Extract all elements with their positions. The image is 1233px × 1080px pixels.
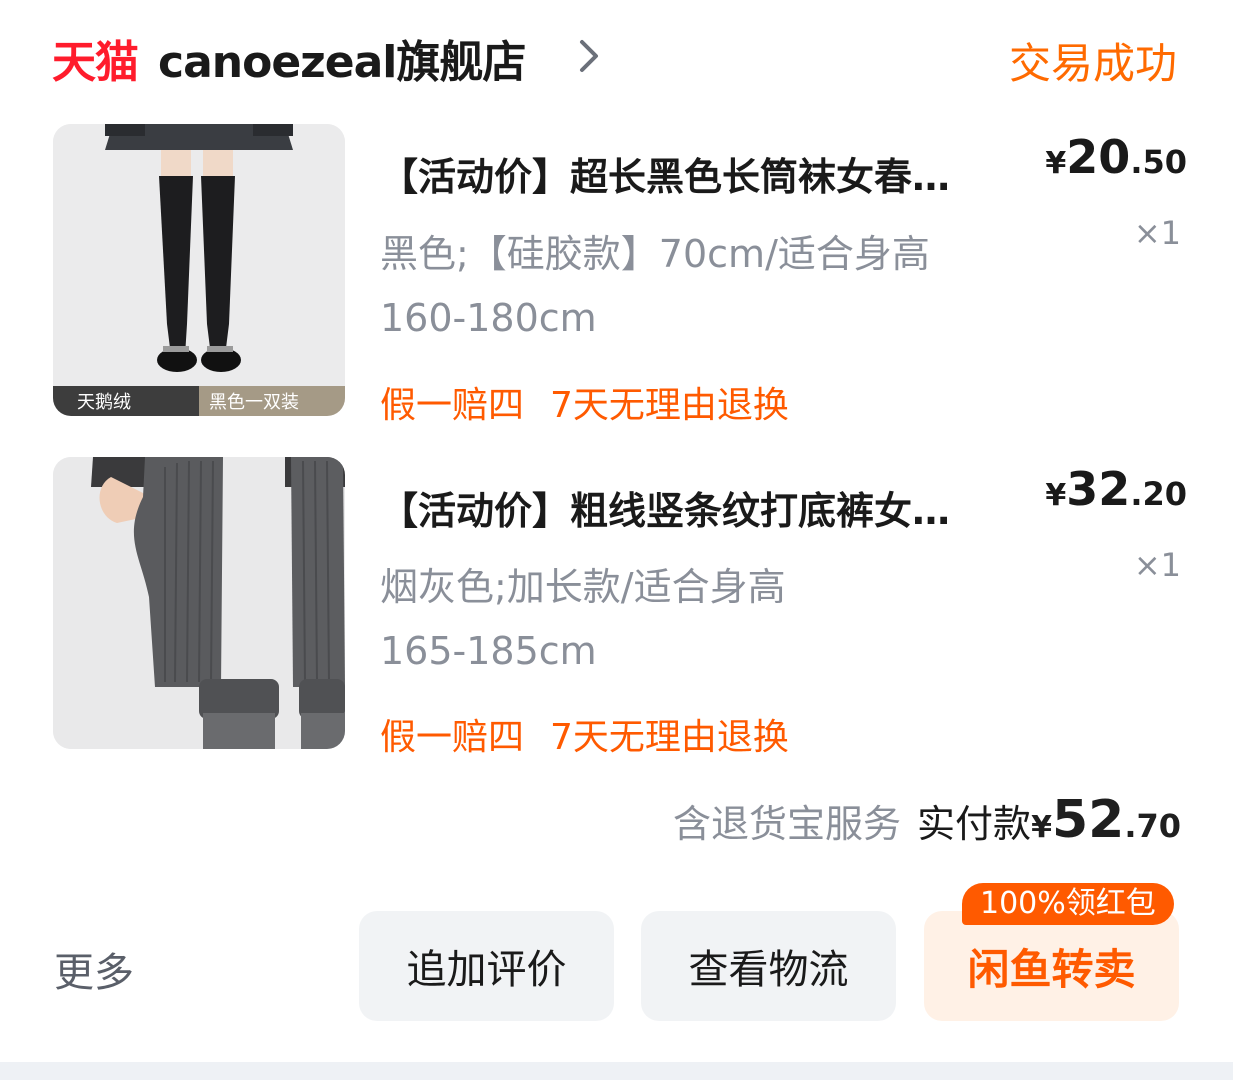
image-caption-right: 黑色一双装 <box>209 392 299 413</box>
price-dec: .50 <box>1130 143 1187 181</box>
total-int: 52 <box>1051 790 1125 850</box>
tag-7day-return: 7天无理由退换 <box>550 385 789 426</box>
product-spec-height: 160-180cm <box>380 296 597 340</box>
price-int: 20 <box>1066 130 1131 184</box>
tmall-logo: 天猫 <box>52 37 139 88</box>
product-spec: 黑色;【硅胶款】70cm/适合身高 <box>380 232 930 276</box>
price-currency: ¥ <box>1045 478 1067 513</box>
resell-xianyu-button[interactable]: 闲鱼转卖 <box>924 911 1179 1021</box>
chevron-right-icon[interactable] <box>574 36 604 76</box>
product-image[interactable] <box>53 457 345 749</box>
order-header: 天猫 canoezeal旗舰店 交易成功 <box>0 0 1233 110</box>
order-status: 交易成功 <box>1008 39 1177 88</box>
tag-fake-compensation: 假一赔四 <box>380 385 525 426</box>
product-price: ¥20.50 <box>1045 130 1187 184</box>
image-caption-left: 天鹅绒 <box>77 392 131 413</box>
price-currency: ¥ <box>1045 146 1067 181</box>
leggings-image <box>53 457 345 749</box>
more-button[interactable]: 更多 <box>54 940 134 998</box>
add-review-button[interactable]: 追加评价 <box>359 911 614 1021</box>
product-spec: 烟灰色;加长款/适合身高 <box>380 565 786 609</box>
stockings-image: 天鹅绒 黑色一双装 <box>53 124 345 416</box>
product-title[interactable]: 【活动价】粗线竖条纹打底裤女… <box>380 480 1040 535</box>
order-total: 含退货宝服务 实付款¥52.70 <box>673 790 1181 850</box>
return-insurance-label: 含退货宝服务 <box>673 802 902 846</box>
price-dec: .20 <box>1130 475 1187 513</box>
price-int: 32 <box>1066 462 1131 516</box>
total-dec: .70 <box>1124 807 1181 845</box>
paid-label: 实付款 <box>917 802 1032 846</box>
service-tags: 假一赔四 7天无理由退换 <box>380 708 815 760</box>
shop-name-link[interactable]: canoezeal旗舰店 <box>158 26 526 90</box>
total-currency: ¥ <box>1031 810 1052 845</box>
product-title[interactable]: 【活动价】超长黑色长筒袜女春… <box>380 146 1040 201</box>
tag-fake-compensation: 假一赔四 <box>380 717 525 758</box>
product-image[interactable]: 天鹅绒 黑色一双装 <box>53 124 345 416</box>
product-quantity: ×1 <box>1133 214 1181 252</box>
red-packet-badge: 100%领红包 <box>962 883 1174 925</box>
service-tags: 假一赔四 7天无理由退换 <box>380 376 815 428</box>
view-logistics-button[interactable]: 查看物流 <box>641 911 896 1021</box>
bottom-divider <box>0 1062 1233 1080</box>
tag-7day-return: 7天无理由退换 <box>550 717 789 758</box>
product-spec-height: 165-185cm <box>380 629 597 673</box>
product-price: ¥32.20 <box>1045 462 1187 516</box>
product-quantity: ×1 <box>1133 546 1181 584</box>
